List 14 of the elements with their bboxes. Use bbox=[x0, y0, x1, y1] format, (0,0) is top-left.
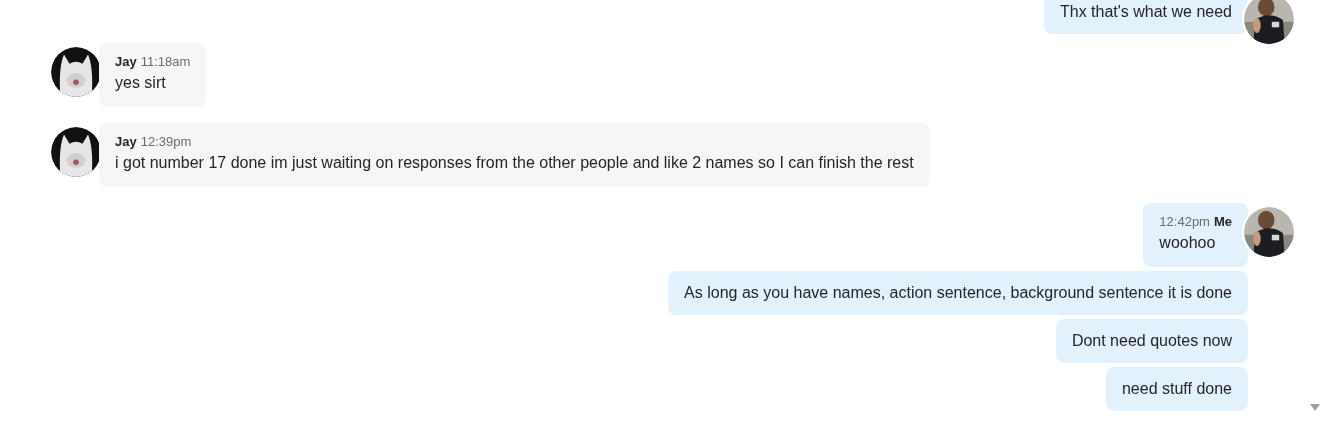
message-text: yes sirt bbox=[115, 73, 167, 93]
scroll-down-icon[interactable] bbox=[1310, 404, 1320, 411]
message-time: 11:18am bbox=[140, 53, 191, 71]
message-time: 12:42pm bbox=[1159, 213, 1210, 231]
sender-name: Jay bbox=[115, 53, 137, 71]
message-text: i got number 17 done im just waiting on responses from the other people and like 2 names so I can finish the rest bbox=[115, 153, 914, 173]
sender-name: Jay bbox=[115, 133, 137, 151]
message-text: Thx that's what we need bbox=[1059, 2, 1232, 22]
sender-name: Me bbox=[1213, 213, 1232, 231]
message-time: 12:39pm bbox=[140, 133, 192, 151]
message-text: As long as you have names, action sentence, background sentence it is done bbox=[684, 283, 1232, 303]
message-text: woohoo bbox=[1159, 233, 1217, 253]
message-text: need stuff done bbox=[1121, 379, 1232, 399]
message-text: Dont need quotes now bbox=[1071, 331, 1232, 351]
